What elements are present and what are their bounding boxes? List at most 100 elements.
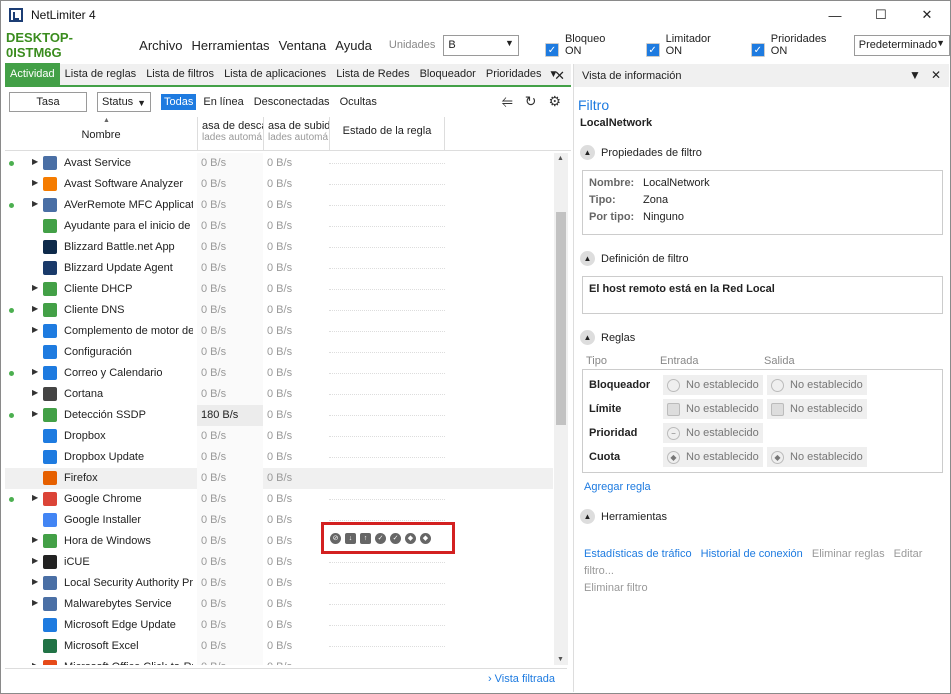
rule-in-button[interactable]: ◆ No establecido	[663, 447, 763, 467]
gear-icon[interactable]: ⚙	[548, 93, 561, 110]
rule-out-button[interactable]: No establecido	[767, 375, 867, 395]
table-row[interactable]: ▶ Cortana 0 B/s 0 B/s	[5, 384, 553, 405]
expand-arrow-icon[interactable]: ▶	[32, 199, 38, 208]
upload-limit-icon[interactable]: ↑	[360, 532, 371, 544]
table-row[interactable]: Dropbox 0 B/s 0 B/s	[5, 426, 553, 447]
expand-arrow-icon[interactable]: ▶	[32, 178, 38, 187]
rule-in-button[interactable]: − No establecido	[663, 423, 763, 443]
limiter-toggle[interactable]: ✓ Limitador ON	[638, 33, 725, 57]
column-download[interactable]: asa de descar lades automá	[197, 117, 263, 151]
table-row[interactable]: Microsoft Excel 0 B/s 0 B/s	[5, 636, 553, 657]
view-en-linea[interactable]: En línea	[200, 94, 246, 110]
filtered-view-link[interactable]: › Vista filtrada	[488, 673, 555, 685]
table-row[interactable]: ▶ Correo y Calendario 0 B/s 0 B/s	[5, 363, 553, 384]
expand-arrow-icon[interactable]: ▶	[32, 661, 38, 665]
table-row[interactable]: ▶ Microsoft Office Click-to-Ru 0 B/s0 B/s	[5, 657, 553, 665]
table-row[interactable]: ▶ Cliente DHCP 0 B/s 0 B/s	[5, 279, 553, 300]
column-rule-state[interactable]: Estado de la regla	[329, 117, 445, 151]
list-scrollbar[interactable]: ▲ ▼	[554, 153, 568, 665]
tab-lista-filtros[interactable]: Lista de filtros	[141, 63, 219, 86]
table-row[interactable]: ▶ Avast Service 0 B/s 0 B/s	[5, 153, 553, 174]
table-row[interactable]: ▶ Complemento de motor del 0 B/s 0 B/s	[5, 321, 553, 342]
add-rule-link[interactable]: Agregar regla	[584, 481, 949, 493]
table-row[interactable]: Dropbox Update 0 B/s 0 B/s	[5, 447, 553, 468]
chevron-down-icon[interactable]: ▼	[909, 68, 921, 82]
connection-history-link[interactable]: Historial de conexión	[701, 548, 803, 560]
scroll-up-icon[interactable]: ▲	[557, 155, 564, 162]
minimize-button[interactable]: —	[812, 1, 858, 29]
rule-out-button[interactable]: ◆ No establecido	[767, 447, 867, 467]
table-row[interactable]: ▶ Avast Software Analyzer 0 B/s 0 B/s	[5, 174, 553, 195]
scrollbar-thumb[interactable]	[556, 212, 566, 425]
table-row[interactable]: Ayudante para el inicio de s 0 B/s 0 B/s	[5, 216, 553, 237]
view-ocultas[interactable]: Ocultas	[337, 94, 380, 110]
expand-arrow-icon[interactable]: ▶	[32, 577, 38, 586]
expand-arrow-icon[interactable]: ▶	[32, 304, 38, 313]
expand-arrow-icon[interactable]: ▶	[32, 598, 38, 607]
table-row[interactable]: Firefox 0 B/s 0 B/s	[5, 468, 553, 489]
units-select[interactable]: B ▼	[443, 34, 519, 56]
close-button[interactable]: ✕	[904, 1, 950, 29]
section-filter-definition[interactable]: ▲ Definición de filtro	[580, 251, 949, 266]
close-panel-icon[interactable]: ✕	[554, 68, 565, 84]
rule-in-button[interactable]: No establecido	[663, 375, 763, 395]
download-limit-icon[interactable]: ↓	[345, 532, 356, 544]
view-todas[interactable]: Todas	[161, 94, 197, 110]
tab-bloqueador[interactable]: Bloqueador	[415, 63, 481, 86]
column-upload[interactable]: asa de subid lades automá	[263, 117, 329, 151]
expand-arrow-icon[interactable]: ▶	[32, 367, 38, 376]
view-desconectadas[interactable]: Desconectadas	[251, 94, 333, 110]
menu-archivo[interactable]: Archivo	[139, 38, 182, 53]
scroll-down-icon[interactable]: ▼	[557, 656, 564, 663]
table-row[interactable]: ▶ Local Security Authority Pro 0 B/s 0 B/s	[5, 573, 553, 594]
expand-arrow-icon[interactable]: ▶	[32, 157, 38, 166]
allow-out-icon[interactable]: ✓	[390, 532, 401, 544]
table-row[interactable]: Google Installer 0 B/s 0 B/s	[5, 510, 553, 531]
section-filter-properties[interactable]: ▲ Propiedades de filtro	[580, 145, 949, 160]
collapse-icon[interactable]: ⥢	[502, 93, 513, 110]
expand-arrow-icon[interactable]: ▶	[32, 556, 38, 565]
table-row[interactable]: ▶ Malwarebytes Service 0 B/s 0 B/s	[5, 594, 553, 615]
table-row[interactable]: Blizzard Update Agent 0 B/s 0 B/s	[5, 258, 553, 279]
traffic-stats-link[interactable]: Estadísticas de tráfico	[584, 548, 692, 560]
expand-arrow-icon[interactable]: ▶	[32, 493, 38, 502]
quota-in-icon[interactable]: ◆	[405, 532, 416, 544]
quota-out-icon[interactable]: ◆	[420, 532, 431, 544]
expand-arrow-icon[interactable]: ▶	[32, 535, 38, 544]
close-icon[interactable]: ✕	[931, 68, 941, 82]
table-row[interactable]: Blizzard Battle.net App 0 B/s 0 B/s	[5, 237, 553, 258]
table-row[interactable]: Microsoft Edge Update 0 B/s 0 B/s	[5, 615, 553, 636]
table-row[interactable]: ▶ Cliente DNS 0 B/s 0 B/s	[5, 300, 553, 321]
delete-filter-link[interactable]: Eliminar filtro	[584, 582, 648, 594]
menu-ventana[interactable]: Ventana	[279, 38, 327, 53]
column-name[interactable]: ▲ Nombre	[5, 117, 197, 151]
expand-arrow-icon[interactable]: ▶	[32, 283, 38, 292]
tab-lista-aplicaciones[interactable]: Lista de aplicaciones	[219, 63, 331, 86]
section-tools[interactable]: ▲ Herramientas	[580, 509, 949, 524]
expand-arrow-icon[interactable]: ▶	[32, 325, 38, 334]
delete-rules-link[interactable]: Eliminar reglas	[812, 548, 885, 560]
maximize-button[interactable]: ☐	[858, 1, 904, 29]
rule-out-button[interactable]: No establecido	[767, 399, 867, 419]
tab-lista-redes[interactable]: Lista de Redes	[331, 63, 414, 86]
menu-ayuda[interactable]: Ayuda	[335, 38, 372, 53]
section-rules[interactable]: ▲ Reglas	[580, 330, 949, 345]
tab-actividad[interactable]: Actividad	[5, 63, 60, 86]
search-input[interactable]: Tasa	[9, 92, 87, 112]
priorities-toggle[interactable]: ✓ Prioridades ON	[743, 33, 840, 57]
allow-in-icon[interactable]: ✓	[375, 532, 386, 544]
tab-prioridades[interactable]: Prioridades	[481, 63, 547, 86]
blocker-icon[interactable]: ⊘	[330, 532, 341, 544]
expand-arrow-icon[interactable]: ▶	[32, 388, 38, 397]
refresh-icon[interactable]: ↻	[525, 93, 537, 110]
table-row[interactable]: ▶ AVerRemote MFC Applicati 0 B/s 0 B/s	[5, 195, 553, 216]
table-row[interactable]: ▶ Google Chrome 0 B/s 0 B/s	[5, 489, 553, 510]
table-row[interactable]: ▶ iCUE 0 B/s 0 B/s	[5, 552, 553, 573]
menu-herramientas[interactable]: Herramientas	[192, 38, 270, 53]
preset-select[interactable]: Predeterminado ▼	[853, 34, 950, 56]
expand-arrow-icon[interactable]: ▶	[32, 409, 38, 418]
rule-in-button[interactable]: No establecido	[663, 399, 763, 419]
tab-lista-reglas[interactable]: Lista de reglas	[60, 63, 142, 86]
block-toggle[interactable]: ✓ Bloqueo ON	[537, 33, 620, 57]
table-row[interactable]: ▶ Detección SSDP 180 B/s 0 B/s	[5, 405, 553, 426]
